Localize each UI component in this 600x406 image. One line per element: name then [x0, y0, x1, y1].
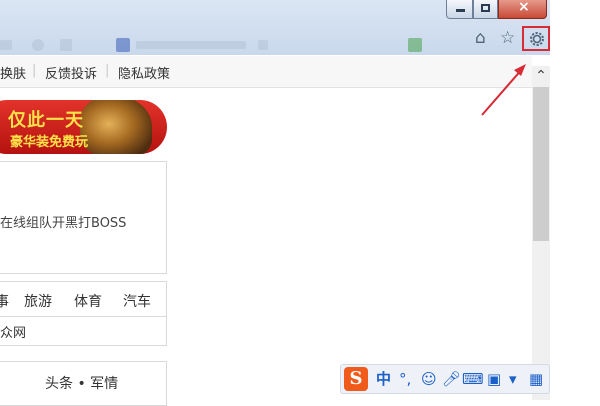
minimize-button[interactable]	[446, 0, 473, 19]
nav-item[interactable]: 事	[0, 291, 9, 311]
restore-icon	[481, 4, 490, 12]
banner-headline: 仅此一天	[8, 110, 84, 131]
keyboard-icon[interactable]: ⌨	[462, 370, 484, 388]
tab-favicon-2	[408, 38, 422, 52]
site-link[interactable]: 众网	[0, 322, 26, 341]
top-links-bar: 换肤 | 反馈投诉 | 隐私政策	[0, 56, 532, 88]
game-panel-text[interactable]: 在线组队开黑打BOSS	[0, 212, 126, 231]
restore-button[interactable]	[473, 0, 498, 19]
link-privacy[interactable]: 隐私政策	[118, 63, 170, 82]
mic-icon[interactable]: 🎤︎	[442, 370, 461, 388]
refresh-icon[interactable]	[32, 39, 44, 51]
ime-language-toggle[interactable]: 中	[376, 370, 391, 388]
nav-item-sports[interactable]: 体育	[74, 291, 102, 311]
annotation-arrow-icon	[481, 64, 526, 116]
news-tab-label[interactable]: 头条 • 军情	[45, 373, 118, 393]
ime-toolbar[interactable]: S 中 °, ☺ 🎤︎ ⌨ ▣ ▾ ▦	[340, 364, 550, 394]
promo-banner[interactable]: 仅此一天 豪华装免费玩	[0, 100, 167, 154]
star-icon[interactable]: ☆	[500, 29, 515, 47]
nav-item-auto[interactable]: 汽车	[123, 291, 151, 311]
tools-settings-button[interactable]	[522, 26, 550, 51]
desktop-background	[550, 0, 600, 400]
smile-icon[interactable]: ☺	[421, 370, 437, 388]
close-icon: ×	[518, 0, 530, 15]
scroll-up-arrow-icon[interactable]: ⌃	[533, 68, 549, 84]
scrollbar-thumb[interactable]	[533, 87, 549, 241]
divider: |	[105, 63, 110, 78]
back-icon[interactable]	[0, 40, 12, 50]
warrior-image	[80, 100, 152, 154]
home-tab-icon[interactable]	[60, 39, 72, 51]
tab-close-icon[interactable]	[258, 40, 268, 50]
tab-strip	[0, 36, 430, 54]
tab-favicon	[116, 38, 130, 52]
banner-subline: 豪华装免费玩	[10, 135, 89, 150]
gear-icon	[530, 32, 544, 46]
skin-icon[interactable]: ▾	[509, 370, 517, 388]
link-skin[interactable]: 换肤	[0, 63, 26, 82]
close-button[interactable]: ×	[498, 0, 547, 19]
ime-punctuation-toggle[interactable]: °,	[399, 370, 411, 388]
home-icon[interactable]: ⌂	[475, 29, 486, 47]
tab-title[interactable]	[136, 41, 246, 49]
minimize-icon	[456, 9, 465, 12]
grid-icon[interactable]: ▦	[529, 370, 543, 388]
link-feedback[interactable]: 反馈投诉	[45, 63, 97, 82]
toolbox-icon[interactable]: ▣	[487, 370, 501, 388]
nav-item-travel[interactable]: 旅游	[24, 291, 52, 311]
category-nav: 事 旅游 体育 汽车	[0, 281, 167, 317]
sogou-logo-icon[interactable]: S	[344, 367, 368, 391]
divider: |	[32, 63, 37, 78]
